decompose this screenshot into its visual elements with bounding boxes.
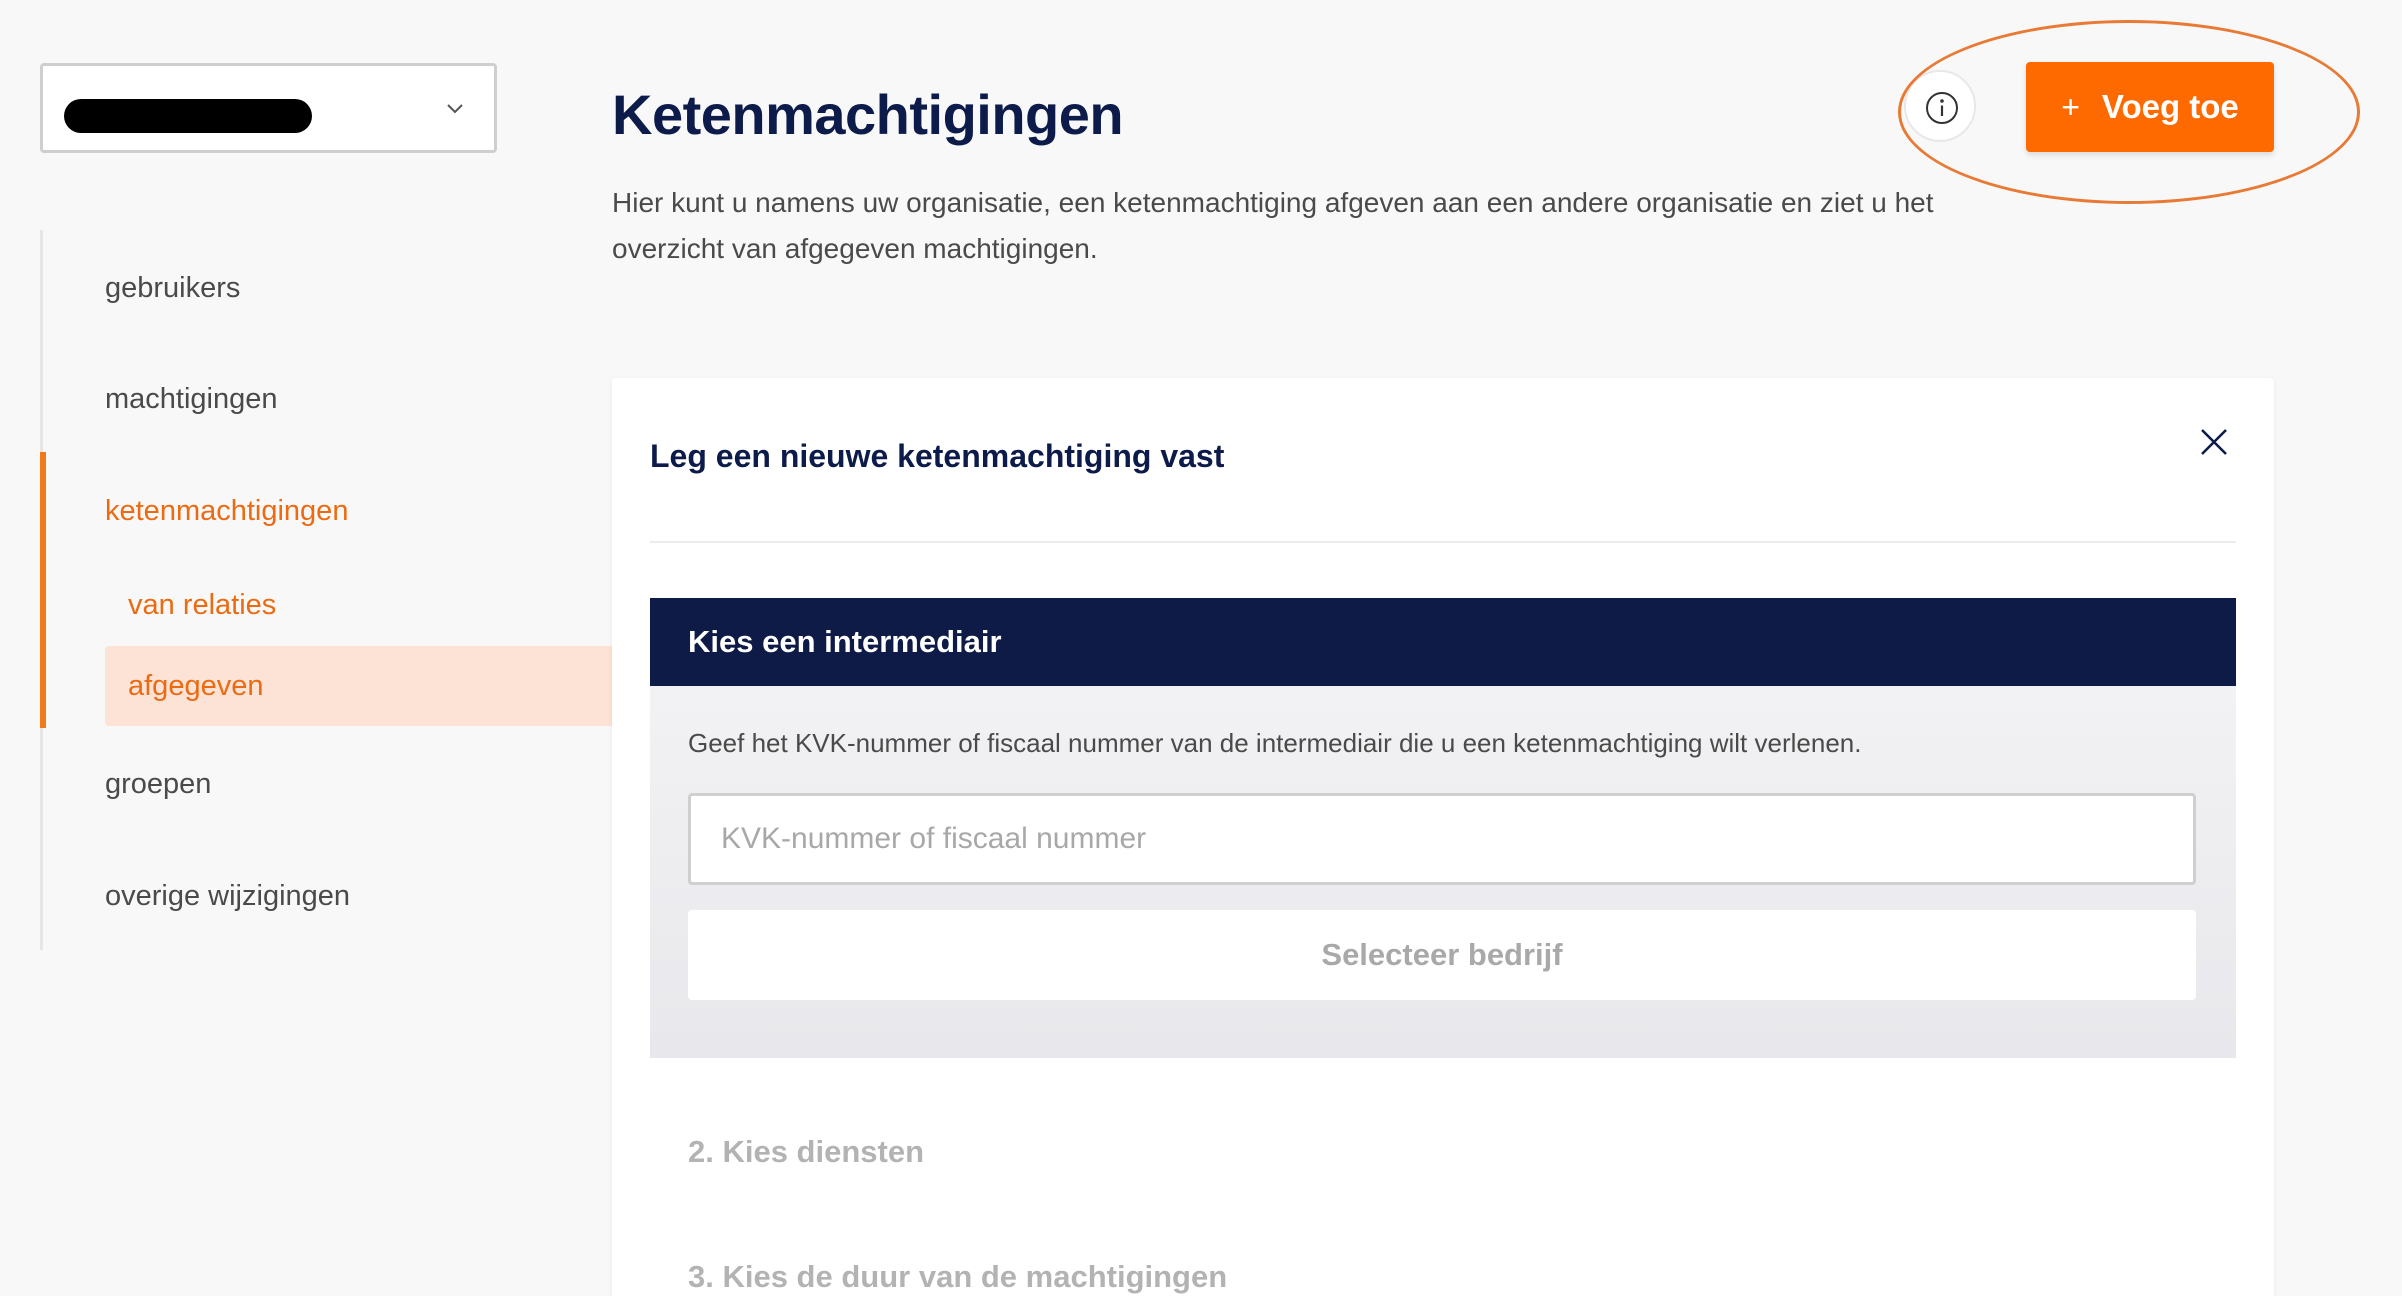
redacted-organization-name [64,99,312,133]
step1-help-text: Geef het KVK-nummer of fiscaal nummer va… [688,728,1862,758]
sidebar-subitem-van-relaties[interactable]: van relaties [105,565,619,645]
card-title: Leg een nieuwe ketenmachtiging vast [650,438,1225,474]
close-icon[interactable] [2194,422,2234,462]
new-chain-authorization-card: Leg een nieuwe ketenmachtiging vast Kies… [612,378,2274,1296]
card-divider [650,541,2236,543]
info-button[interactable] [1904,70,1976,142]
page-title: Ketenmachtigingen [612,83,1124,146]
organization-select[interactable] [40,63,497,153]
plus-icon: + [2061,88,2080,125]
add-button[interactable]: + Voeg toe [2026,62,2274,152]
chevron-down-icon [447,104,463,114]
sidebar-item-overige-wijzigingen[interactable]: overige wijzigingen [105,880,350,913]
sidebar-item-machtigingen[interactable]: machtigingen [105,383,278,416]
kvk-number-input[interactable] [688,793,2196,885]
select-company-button[interactable]: Selecteer bedrijf [688,910,2196,1000]
active-section-indicator [40,452,46,728]
info-icon [1926,92,1958,124]
step1-body: Geef het KVK-nummer of fiscaal nummer va… [650,686,2236,1058]
sidebar-item-ketenmachtigingen[interactable]: ketenmachtigingen [105,495,348,528]
sidebar-item-gebruikers[interactable]: gebruikers [105,272,240,305]
step1-header: Kies een intermediair [650,598,2236,686]
sidebar-nav: gebruikers machtigingen ketenmachtiginge… [40,230,619,950]
sidebar-subitem-afgegeven[interactable]: afgegeven [105,646,619,726]
page-description: Hier kunt u namens uw organisatie, een k… [612,187,1934,264]
step2-label: 2. Kies diensten [688,1134,925,1169]
add-button-label: Voeg toe [2101,88,2239,125]
step3-label: 3. Kies de duur van de machtigingen [688,1259,1228,1294]
sidebar-item-groepen[interactable]: groepen [105,768,211,801]
